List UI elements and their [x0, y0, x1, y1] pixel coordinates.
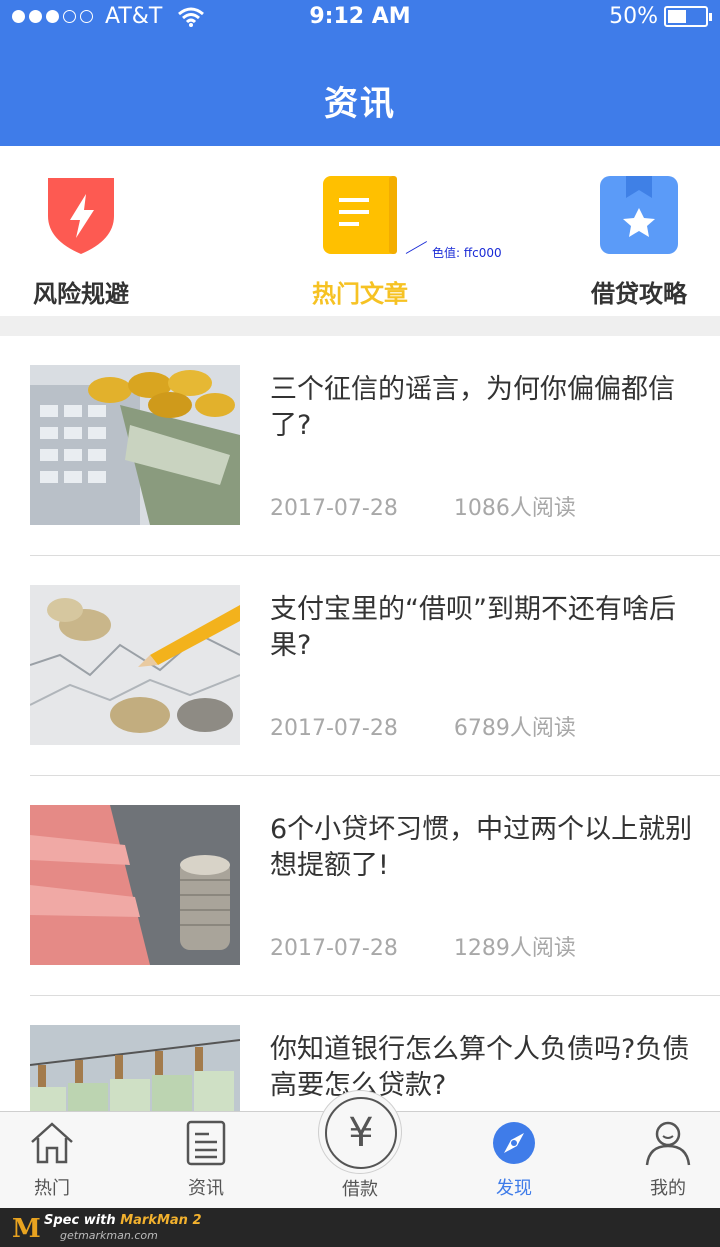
- tab-label: 资讯: [188, 1178, 224, 1199]
- article-item[interactable]: 三个征信的谣言，为何你偏偏都信了? 2017-07-28 1086人阅读: [0, 336, 720, 556]
- article-meta: 2017-07-28 6789人阅读: [270, 710, 576, 742]
- yen-icon: ¥: [325, 1097, 397, 1169]
- article-date: 2017-07-28: [270, 716, 398, 741]
- article-thumbnail: [30, 585, 240, 745]
- notebook-icon: [323, 176, 397, 254]
- person-icon: [645, 1121, 691, 1166]
- category-label: 借贷攻略: [591, 280, 687, 308]
- category-label: 热门文章: [312, 280, 408, 308]
- markman-footer: M Spec with MarkMan 2 getmarkman.com: [0, 1208, 720, 1247]
- article-item[interactable]: 6个小贷坏习惯，中过两个以上就别想提额了! 2017-07-28 1289人阅读: [0, 776, 720, 996]
- article-title: 6个小贷坏习惯，中过两个以上就别想提额了!: [270, 814, 693, 881]
- article-item[interactable]: 支付宝里的“借呗”到期不还有啥后果? 2017-07-28 6789人阅读: [0, 556, 720, 776]
- tab-discover[interactable]: 发现: [462, 1120, 566, 1200]
- battery-indicator: 50%: [609, 4, 712, 29]
- tab-mine[interactable]: 我的: [616, 1120, 720, 1200]
- document-icon: [186, 1120, 226, 1166]
- shield-bolt-icon: [48, 178, 114, 254]
- tab-hot[interactable]: 热门: [0, 1120, 104, 1200]
- article-read-count: 6789人阅读: [453, 716, 576, 741]
- compass-icon: [493, 1122, 535, 1164]
- article-read-count: 1086人阅读: [453, 496, 576, 521]
- article-meta: 2017-07-28 1086人阅读: [270, 490, 576, 522]
- tab-label: 热门: [34, 1178, 70, 1199]
- category-label: 风险规避: [33, 280, 129, 308]
- category-risk-avoid[interactable]: 风险规避: [0, 174, 166, 309]
- article-meta: 2017-07-28 1289人阅读: [270, 930, 576, 962]
- article-title: 三个征信的谣言，为何你偏偏都信了?: [270, 374, 675, 441]
- bookmark-star-icon: [600, 176, 678, 254]
- category-hot-articles[interactable]: 热门文章: [275, 174, 445, 309]
- section-divider: [0, 316, 720, 336]
- tab-borrow[interactable]: ¥: [318, 1090, 402, 1174]
- article-title: 支付宝里的“借呗”到期不还有啥后果?: [270, 594, 676, 661]
- category-loan-guide[interactable]: 借贷攻略: [554, 174, 720, 309]
- category-row: 风险规避 热门文章 借贷攻略: [0, 146, 720, 316]
- article-list: 三个征信的谣言，为何你偏偏都信了? 2017-07-28 1086人阅读 支付宝里…: [0, 336, 720, 1111]
- markman-logo: M: [12, 1214, 41, 1244]
- article-thumbnail: [30, 1025, 240, 1111]
- top-bar: AT&T 9:12 AM 50% 资讯: [0, 0, 720, 146]
- tab-label: 借款: [342, 1179, 378, 1200]
- article-date: 2017-07-28: [270, 496, 398, 521]
- article-thumbnail: [30, 805, 240, 965]
- status-bar: AT&T 9:12 AM 50%: [0, 0, 720, 34]
- color-annotation: 色值: ffc000: [432, 246, 502, 260]
- footer-site: getmarkman.com: [60, 1229, 158, 1242]
- battery-icon: [664, 6, 708, 27]
- article-read-count: 1289人阅读: [453, 936, 576, 961]
- article-title: 你知道银行怎么算个人负债吗?负债高要怎么贷款?: [270, 1034, 690, 1101]
- article-thumbnail: [30, 365, 240, 525]
- article-date: 2017-07-28: [270, 936, 398, 961]
- tab-label: 我的: [650, 1178, 686, 1199]
- battery-percent: 50%: [609, 4, 658, 29]
- tab-news[interactable]: 资讯: [154, 1120, 258, 1200]
- page-title: 资讯: [324, 84, 396, 124]
- home-icon: [31, 1122, 73, 1164]
- footer-text: Spec with MarkMan 2: [44, 1213, 202, 1228]
- tab-label: 发现: [496, 1178, 532, 1199]
